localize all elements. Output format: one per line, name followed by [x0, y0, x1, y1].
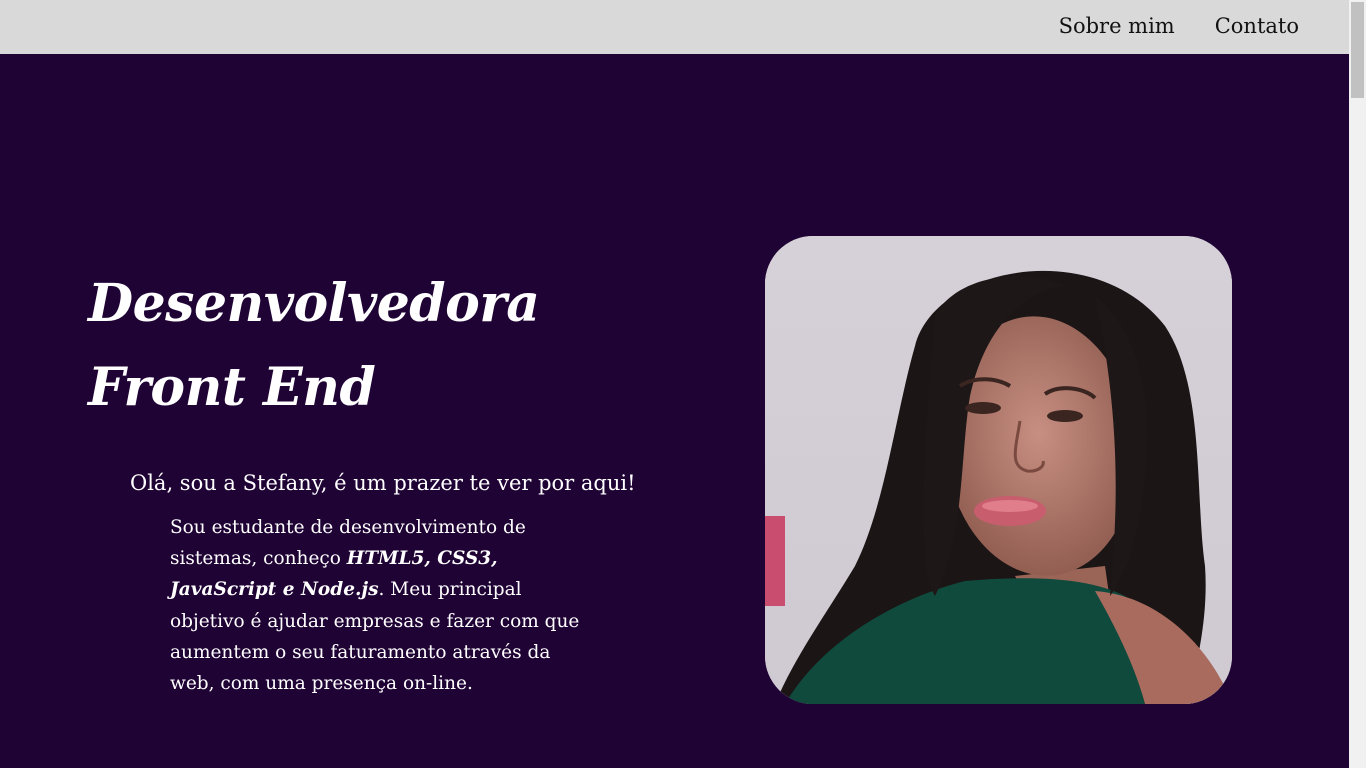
title-line-2: Front End: [88, 357, 376, 418]
main-nav: Sobre mim Contato: [1059, 14, 1299, 38]
bio-paragraph: Sou estudante de desenvolvimento de sist…: [170, 512, 600, 699]
profile-photo: [765, 236, 1232, 704]
page-title: Desenvolvedora Front End: [88, 262, 540, 430]
title-line-1: Desenvolvedora: [88, 273, 540, 334]
scrollbar-thumb[interactable]: [1351, 2, 1364, 98]
nav-link-contato[interactable]: Contato: [1215, 14, 1299, 38]
vertical-scrollbar[interactable]: [1349, 0, 1366, 768]
hero-section: Desenvolvedora Front End Olá, sou a Stef…: [0, 54, 1349, 768]
nav-link-sobre-mim[interactable]: Sobre mim: [1059, 14, 1175, 38]
top-nav-bar: Sobre mim Contato: [0, 0, 1349, 54]
greeting-text: Olá, sou a Stefany, é um prazer te ver p…: [130, 471, 636, 495]
